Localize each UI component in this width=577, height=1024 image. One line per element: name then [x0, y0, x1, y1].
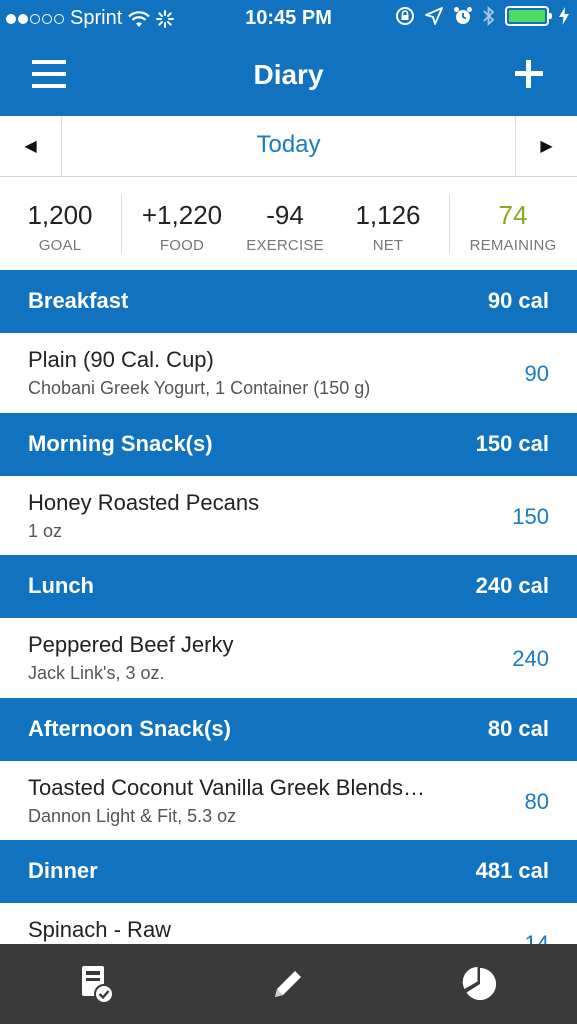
- food-detail: Jack Link's, 3 oz.: [28, 663, 165, 683]
- meal-calories: 481 cal: [475, 858, 549, 883]
- tab-diary[interactable]: [47, 944, 147, 1024]
- meal-header-afternoon-snack[interactable]: Afternoon Snack(s) 80 cal: [0, 698, 577, 761]
- summary-divider: [449, 195, 450, 253]
- location-icon: [425, 7, 443, 25]
- meal-calories: 90 cal: [487, 288, 549, 313]
- food-detail: Dannon Light & Fit, 5.3 oz: [28, 806, 237, 826]
- meal-calories: 80 cal: [487, 716, 549, 741]
- pencil-icon: [275, 971, 301, 997]
- net-label: NET: [372, 237, 404, 254]
- summary-remaining: 74 REMAINING: [458, 200, 568, 254]
- date-label[interactable]: Today: [62, 116, 515, 176]
- remaining-label: REMAINING: [469, 237, 557, 254]
- status-right: [395, 6, 569, 26]
- meal-name: Breakfast: [28, 288, 129, 313]
- food-entry[interactable]: Plain (90 Cal. Cup) Chobani Greek Yogurt…: [0, 333, 577, 413]
- goal-label: GOAL: [38, 237, 82, 254]
- page-title: Diary: [253, 59, 324, 90]
- meal-header-lunch[interactable]: Lunch 240 cal: [0, 555, 577, 618]
- exercise-label: EXERCISE: [246, 237, 324, 254]
- tab-log[interactable]: [238, 944, 338, 1024]
- battery-icon: [505, 6, 552, 26]
- food-calories: 80: [524, 789, 549, 814]
- meal-calories: 150 cal: [475, 431, 549, 456]
- pie-chart-icon: [462, 967, 497, 1000]
- alarm-icon: [454, 7, 472, 24]
- summary-exercise: -94 EXERCISE: [240, 200, 330, 254]
- summary-divider: [121, 195, 122, 253]
- food-entry[interactable]: Toasted Coconut Vanilla Greek Blends… Da…: [0, 761, 577, 841]
- meal-header-dinner[interactable]: Dinner 481 cal: [0, 840, 577, 903]
- food-entry[interactable]: Peppered Beef Jerky Jack Link's, 3 oz. 2…: [0, 618, 577, 698]
- calorie-summary[interactable]: 1,200 GOAL +1,220 FOOD -94 EXERCISE 1,12…: [0, 178, 577, 270]
- nav-bar: Diary: [0, 38, 577, 116]
- meal-name: Lunch: [28, 573, 94, 598]
- app-header: Sprint 10:45 PM Diary: [0, 0, 577, 116]
- food-name: Peppered Beef Jerky: [28, 632, 234, 657]
- meal-header-breakfast[interactable]: Breakfast 90 cal: [0, 270, 577, 333]
- meal-header-morning-snack[interactable]: Morning Snack(s) 150 cal: [0, 413, 577, 476]
- meal-calories: 240 cal: [475, 573, 549, 598]
- food-name: Spinach - Raw: [28, 917, 172, 942]
- date-navigator: ◀ Today ▶: [0, 116, 577, 177]
- next-day-button[interactable]: ▶: [515, 116, 577, 176]
- food-detail: 1 oz: [28, 521, 63, 541]
- tab-bar: [0, 944, 577, 1024]
- net-value: 1,126: [355, 200, 421, 230]
- rotation-lock-icon: [396, 7, 414, 25]
- food-value: +1,220: [141, 200, 223, 230]
- goal-value: 1,200: [27, 200, 93, 230]
- summary-food: +1,220 FOOD: [132, 200, 232, 254]
- food-detail: Chobani Greek Yogurt, 1 Container (150 g…: [28, 378, 371, 398]
- bluetooth-icon: [483, 6, 495, 26]
- food-calories: 150: [512, 504, 549, 529]
- charging-icon: [559, 7, 569, 25]
- food-label: FOOD: [159, 237, 205, 254]
- meal-name: Morning Snack(s): [28, 431, 213, 456]
- tab-progress[interactable]: [430, 944, 530, 1024]
- summary-net: 1,126 NET: [343, 200, 433, 254]
- diary-icon: [82, 966, 114, 1004]
- plus-icon[interactable]: [515, 60, 543, 88]
- food-name: Plain (90 Cal. Cup): [28, 347, 214, 372]
- food-name: Honey Roasted Pecans: [28, 490, 260, 515]
- remaining-value: 74: [498, 200, 528, 230]
- food-name: Toasted Coconut Vanilla Greek Blends…: [28, 775, 426, 800]
- food-calories: 90: [524, 361, 549, 386]
- meal-name: Dinner: [28, 858, 98, 883]
- food-calories: 240: [512, 646, 549, 671]
- prev-day-button[interactable]: ◀: [0, 116, 62, 176]
- food-entry[interactable]: Honey Roasted Pecans 1 oz 150: [0, 476, 577, 556]
- summary-goal: 1,200 GOAL: [10, 200, 110, 254]
- status-bar: Sprint 10:45 PM: [0, 0, 577, 38]
- exercise-value: -94: [266, 200, 304, 230]
- meal-name: Afternoon Snack(s): [28, 716, 231, 741]
